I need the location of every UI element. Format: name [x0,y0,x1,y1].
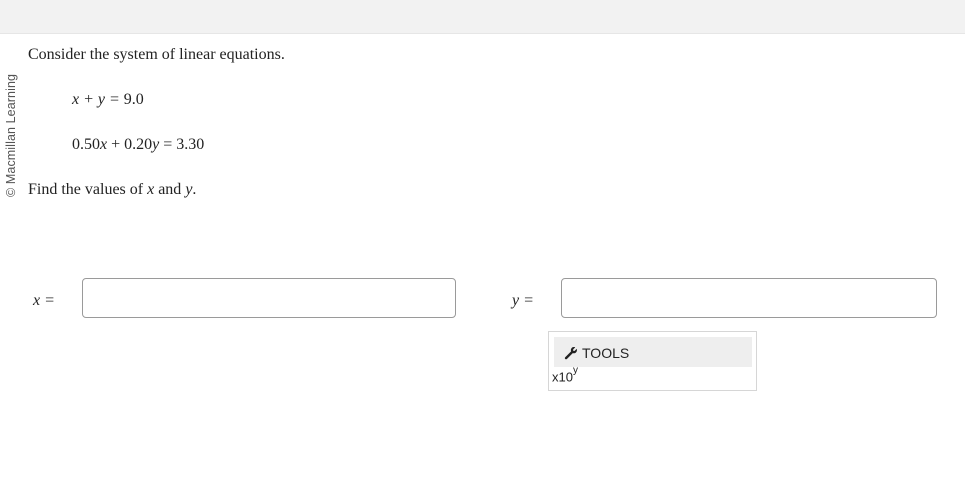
question-panel [0,33,965,493]
eq1-rhs: 9.0 [123,91,144,108]
eq1-lhs: x + y = [72,91,124,108]
eq2-coef-a: 0.50 [72,136,100,153]
sci-base: x10 [552,369,573,385]
y-answer-input[interactable] [561,278,937,318]
tools-button[interactable]: TOOLS [554,337,752,367]
watermark-text: © Macmillan Learning [4,73,18,197]
y-answer-label: y = [512,292,534,309]
eq2-coef-b: + 0.20 [107,136,153,153]
find-mid: and [154,181,186,198]
equation-1: x + y = 9.0 [72,91,144,109]
eq2-rhs: = 3.30 [159,136,205,153]
x-answer-label: x = [33,292,55,309]
sci-exponent: y [572,365,578,376]
question-prompt: Consider the system of linear equations. [28,46,285,63]
find-instruction: Find the values of x and y. [28,181,196,199]
wrench-icon [564,347,577,360]
x-answer-input[interactable] [82,278,456,318]
copyright-watermark: © Macmillan Learning [4,52,22,197]
equation-2: 0.50x + 0.20y = 3.30 [72,136,204,154]
tools-label: TOOLS [582,345,630,361]
tools-panel: TOOLS x10y [548,331,757,391]
find-post: . [192,181,197,198]
find-pre: Find the values of [28,181,148,198]
scientific-notation-button[interactable]: x10y [552,365,578,385]
